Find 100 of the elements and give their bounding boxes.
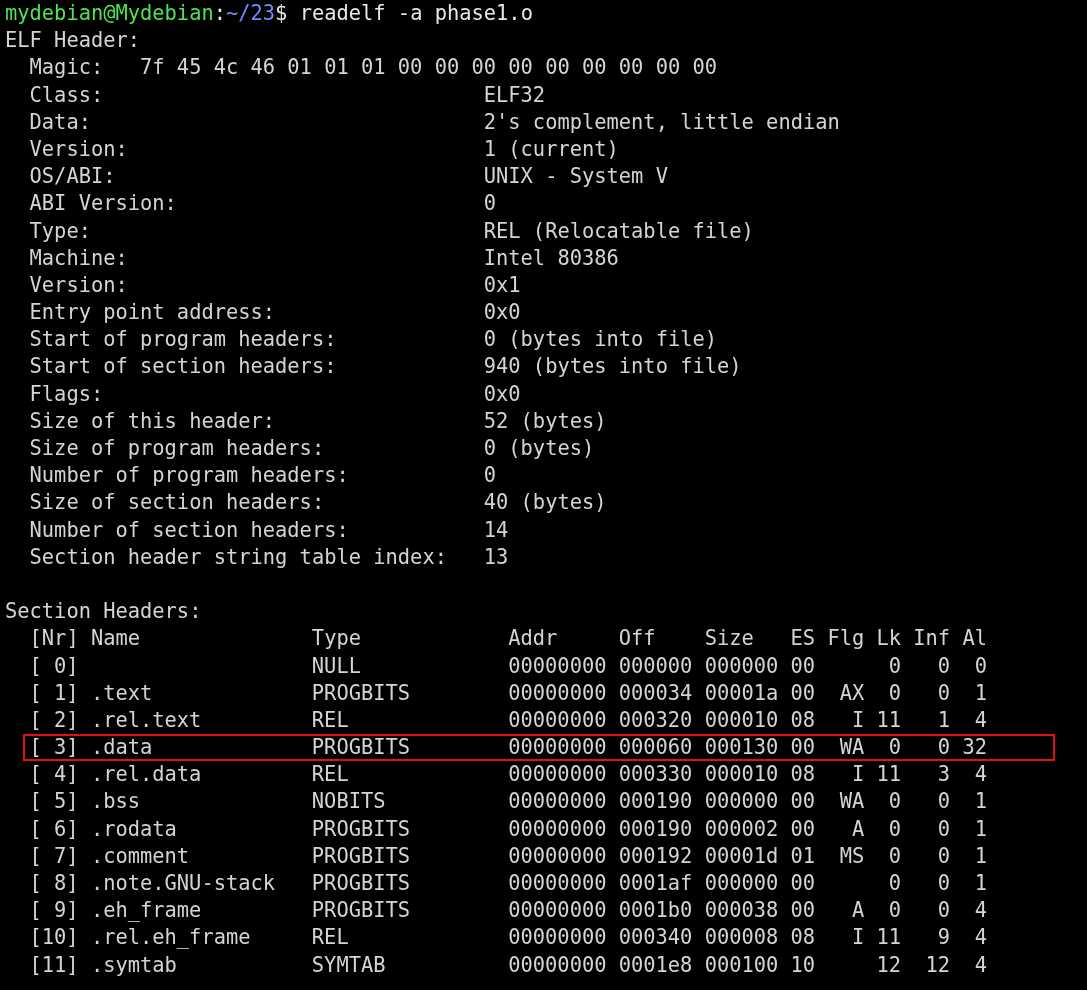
table-cell-text: PROGBITS	[311, 679, 412, 707]
field-value: 0x0	[483, 380, 521, 408]
table-cell: 00000000	[508, 788, 607, 816]
table-cell-text: A	[850, 897, 865, 925]
table-cell-text: PROGBITS	[311, 870, 412, 897]
table-cell: 000330	[618, 761, 693, 789]
field-value: 2's complement, little endian	[483, 108, 840, 136]
table-cell-text: WA	[838, 734, 865, 762]
table-cell-text: PROGBITS	[311, 842, 412, 870]
table-cell: 00	[790, 679, 816, 707]
table-cell: 000008	[704, 924, 779, 952]
field-value: 0 (bytes)	[483, 435, 595, 462]
table-cell-text: 0	[887, 679, 901, 707]
table-cell-text: .bss	[90, 788, 141, 816]
table-cell: 00	[790, 897, 816, 925]
field-label: Start of section headers:	[29, 353, 338, 381]
table-cell-text: WA	[838, 788, 865, 816]
column-header: Type	[311, 625, 362, 653]
table-cell: 00	[790, 652, 816, 680]
column-header: Name	[90, 625, 141, 653]
field-value: 13	[483, 543, 509, 571]
table-cell: [ 0]	[29, 652, 79, 680]
table-cell: [ 1]	[29, 679, 79, 707]
field-value: 0x1	[483, 271, 521, 299]
field-value: REL (Relocatable file)	[483, 217, 754, 245]
prompt-user-host: mydebian@Mydebian	[5, 0, 214, 27]
field-value: UNIX - System V	[483, 163, 668, 191]
table-cell-text: 4	[973, 897, 987, 925]
table-cell: 00000000	[508, 679, 607, 707]
table-cell: 000034	[618, 679, 693, 707]
table-cell: 000000	[618, 652, 693, 680]
field-label: Size of this header:	[29, 407, 277, 435]
table-cell-text: .comment	[90, 842, 191, 870]
field-label: Type:	[29, 217, 92, 245]
table-cell: 00	[790, 815, 816, 843]
table-cell-text: MS	[838, 842, 865, 870]
table-cell-text: REL	[311, 706, 350, 734]
table-cell-text: PROGBITS	[311, 897, 412, 925]
table-cell-text: 00000000	[508, 706, 607, 734]
table-cell-text: 0	[936, 652, 951, 680]
field-label: ABI Version:	[29, 190, 178, 218]
table-cell-text: .text	[90, 679, 154, 707]
column-header: [Nr]	[29, 625, 79, 653]
table-cell-text: A	[850, 815, 865, 843]
table-cell-text: .rel.eh_frame	[90, 924, 252, 952]
field-label: Entry point address:	[29, 299, 277, 327]
table-cell-text: 0	[887, 652, 901, 680]
table-cell: 0001b0	[618, 897, 693, 925]
table-cell: 000000	[704, 788, 779, 816]
table-cell-text: REL	[311, 761, 350, 789]
table-cell-text: [ 2]	[29, 706, 79, 734]
table-cell-text: 0	[887, 897, 901, 925]
table-cell: [ 9]	[29, 897, 79, 925]
table-cell-text: I	[850, 924, 865, 952]
table-cell-text: 000010	[704, 706, 779, 734]
column-header: Size	[704, 625, 755, 653]
table-cell-text: PROGBITS	[311, 815, 412, 843]
column-header: Addr	[508, 625, 559, 653]
table-cell-text: 1	[973, 870, 987, 897]
table-cell-text: 0	[887, 842, 901, 870]
table-cell: 00000000	[508, 951, 607, 979]
table-cell-text: .rodata	[90, 815, 178, 843]
command-text: readelf -a phase1.o	[299, 0, 533, 27]
table-cell: 00000000	[508, 652, 607, 680]
table-cell-text: PROGBITS	[311, 734, 412, 762]
table-cell: 00	[790, 734, 816, 762]
table-cell-text: 1	[973, 788, 987, 816]
prompt-path: ~/23	[226, 0, 276, 27]
table-cell-text: 1	[936, 706, 951, 734]
table-cell-text: 00	[790, 870, 816, 897]
table-cell-text: 000320	[618, 706, 693, 734]
field-value: 940 (bytes into file)	[483, 353, 742, 381]
prompt-separator: :	[213, 0, 226, 27]
table-cell: 00000000	[508, 815, 607, 843]
table-cell-text: NULL	[311, 652, 362, 680]
table-cell-text: I	[850, 706, 865, 734]
column-header: ES	[790, 625, 816, 653]
table-cell-text: 4	[973, 761, 987, 789]
table-cell-text: 0	[887, 870, 901, 897]
table-cell: 11	[876, 761, 901, 789]
field-label: Machine:	[29, 244, 129, 272]
table-cell: 10	[790, 951, 816, 979]
field-value: 0 (bytes into file)	[483, 326, 717, 354]
column-header: Al	[962, 625, 987, 653]
table-cell: 00	[790, 788, 816, 816]
field-value: 52 (bytes)	[483, 407, 607, 435]
table-cell-text: 0	[973, 652, 987, 680]
table-cell-text: 3	[936, 761, 951, 789]
table-cell-text: 0	[936, 679, 951, 707]
table-cell-text: .data	[90, 734, 154, 762]
table-cell: 000190	[618, 788, 693, 816]
table-cell-text: AX	[838, 679, 865, 707]
table-cell-text: REL	[311, 924, 350, 952]
table-cell: [ 5]	[29, 788, 79, 816]
table-cell: 01	[790, 842, 816, 870]
field-value: 1 (current)	[483, 135, 619, 163]
field-label: Size of section headers:	[29, 489, 326, 517]
table-cell-text: 0	[936, 897, 951, 925]
table-cell-text: 08	[790, 706, 816, 734]
column-header: Off	[618, 625, 657, 653]
